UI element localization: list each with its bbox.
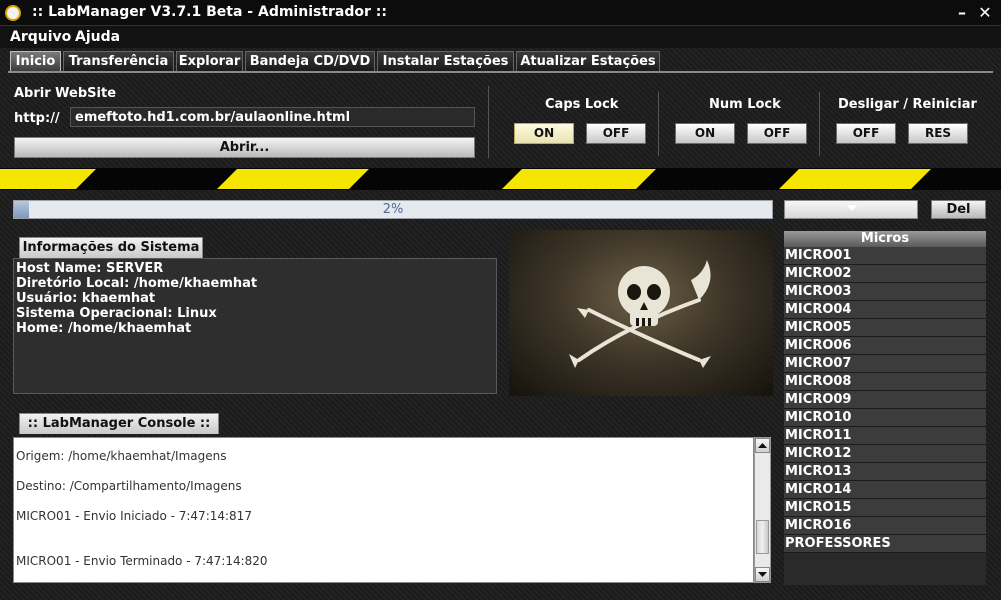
- num-lock-off-button[interactable]: OFF: [747, 123, 807, 144]
- list-item-micro08[interactable]: MICRO08: [784, 373, 986, 391]
- caps-lock-on-button[interactable]: ON: [514, 123, 574, 144]
- penguin-icon: [5, 5, 21, 21]
- info-os: Sistema Operacional: Linux: [16, 306, 217, 321]
- info-local-dir: Diretório Local: /home/khaemhat: [16, 276, 258, 291]
- scroll-down-button[interactable]: [755, 567, 770, 582]
- console-line: MICRO01 - Envio Terminado - 7:47:14:820: [16, 554, 268, 568]
- list-item-micro04[interactable]: MICRO04: [784, 301, 986, 319]
- hazard-stripe-segment: [779, 169, 931, 189]
- title-bar[interactable]: :: LabManager V3.7.1 Beta - Administrado…: [0, 0, 1001, 26]
- delete-button[interactable]: Del: [931, 200, 986, 219]
- chevron-down-icon: [847, 205, 857, 211]
- list-item-micro15[interactable]: MICRO15: [784, 499, 986, 517]
- tab-instalar[interactable]: Instalar Estações: [377, 51, 514, 71]
- console-scrollbar[interactable]: [754, 437, 771, 583]
- separator: [488, 86, 489, 158]
- jolly-roger-flag-icon: [509, 230, 773, 396]
- micro-select-dropdown[interactable]: [784, 200, 918, 219]
- console-line: MICRO01 - Envio Iniciado - 7:47:14:817: [16, 509, 252, 523]
- info-user: Usuário: khaemhat: [16, 291, 156, 306]
- close-button[interactable]: ✕: [975, 3, 995, 23]
- info-host-name: Host Name: SERVER: [16, 261, 164, 276]
- tab-inicio[interactable]: Inicio: [10, 51, 61, 71]
- menu-arquivo[interactable]: Arquivo: [10, 26, 71, 48]
- tab-atualizar[interactable]: Atualizar Estações: [516, 51, 660, 71]
- micros-header: Micros: [784, 231, 986, 247]
- list-item-micro13[interactable]: MICRO13: [784, 463, 986, 481]
- window-title: :: LabManager V3.7.1 Beta - Administrado…: [32, 4, 387, 20]
- scroll-thumb[interactable]: [756, 520, 769, 554]
- system-info-panel: Host Name: SERVER Diretório Local: /home…: [13, 258, 497, 394]
- tab-bandeja[interactable]: Bandeja CD/DVD: [245, 51, 375, 71]
- url-input[interactable]: [70, 107, 475, 127]
- separator: [819, 92, 820, 156]
- hazard-stripe: [0, 168, 1001, 190]
- num-lock-label: Num Lock: [709, 97, 781, 112]
- chevron-up-icon: [758, 443, 767, 448]
- restart-button[interactable]: RES: [908, 123, 968, 144]
- micros-list[interactable]: MICRO01 MICRO02 MICRO03 MICRO04 MICRO05 …: [784, 247, 986, 553]
- chevron-down-icon: [758, 572, 767, 577]
- console-line: Destino: /Compartilhamento/Imagens: [16, 479, 242, 493]
- hazard-stripe-segment: [502, 169, 656, 189]
- minimize-button[interactable]: –: [952, 3, 972, 23]
- info-home: Home: /home/khaemhat: [16, 321, 192, 336]
- list-item-micro05[interactable]: MICRO05: [784, 319, 986, 337]
- hazard-stripe-segment: [0, 169, 96, 189]
- scroll-up-button[interactable]: [755, 438, 770, 453]
- tab-transferencia[interactable]: Transferência: [63, 51, 174, 71]
- console-output[interactable]: Origem: /home/khaemhat/Imagens Destino: …: [13, 437, 754, 583]
- hazard-stripe-segment: [217, 169, 369, 189]
- tab-explorar[interactable]: Explorar: [176, 51, 243, 71]
- open-website-button[interactable]: Abrir...: [14, 137, 475, 158]
- caps-lock-label: Caps Lock: [545, 97, 619, 112]
- progress-text: 2%: [382, 202, 404, 217]
- list-item-micro06[interactable]: MICRO06: [784, 337, 986, 355]
- list-item-micro11[interactable]: MICRO11: [784, 427, 986, 445]
- progress-bar: 2%: [13, 200, 773, 219]
- menu-bar: Arquivo Ajuda: [0, 26, 1001, 48]
- url-prefix: http://: [14, 111, 60, 126]
- shutdown-button[interactable]: OFF: [836, 123, 896, 144]
- micros-list-empty-area: [784, 553, 986, 585]
- caps-lock-off-button[interactable]: OFF: [586, 123, 646, 144]
- separator: [658, 92, 659, 156]
- list-item-micro07[interactable]: MICRO07: [784, 355, 986, 373]
- list-item-micro14[interactable]: MICRO14: [784, 481, 986, 499]
- list-item-micro03[interactable]: MICRO03: [784, 283, 986, 301]
- list-item-micro09[interactable]: MICRO09: [784, 391, 986, 409]
- list-item-professores[interactable]: PROFESSORES: [784, 535, 986, 553]
- list-item-micro01[interactable]: MICRO01: [784, 247, 986, 265]
- console-line: Origem: /home/khaemhat/Imagens: [16, 449, 227, 463]
- list-item-micro02[interactable]: MICRO02: [784, 265, 986, 283]
- tab-system-info[interactable]: Informações do Sistema: [19, 237, 203, 258]
- tab-console[interactable]: :: LabManager Console ::: [19, 413, 219, 434]
- list-item-micro10[interactable]: MICRO10: [784, 409, 986, 427]
- num-lock-on-button[interactable]: ON: [675, 123, 735, 144]
- tab-underline: [8, 71, 993, 73]
- menu-ajuda[interactable]: Ajuda: [75, 26, 120, 48]
- list-item-micro12[interactable]: MICRO12: [784, 445, 986, 463]
- website-label: Abrir WebSite: [14, 86, 117, 101]
- list-item-micro16[interactable]: MICRO16: [784, 517, 986, 535]
- power-label: Desligar / Reiniciar: [838, 97, 977, 112]
